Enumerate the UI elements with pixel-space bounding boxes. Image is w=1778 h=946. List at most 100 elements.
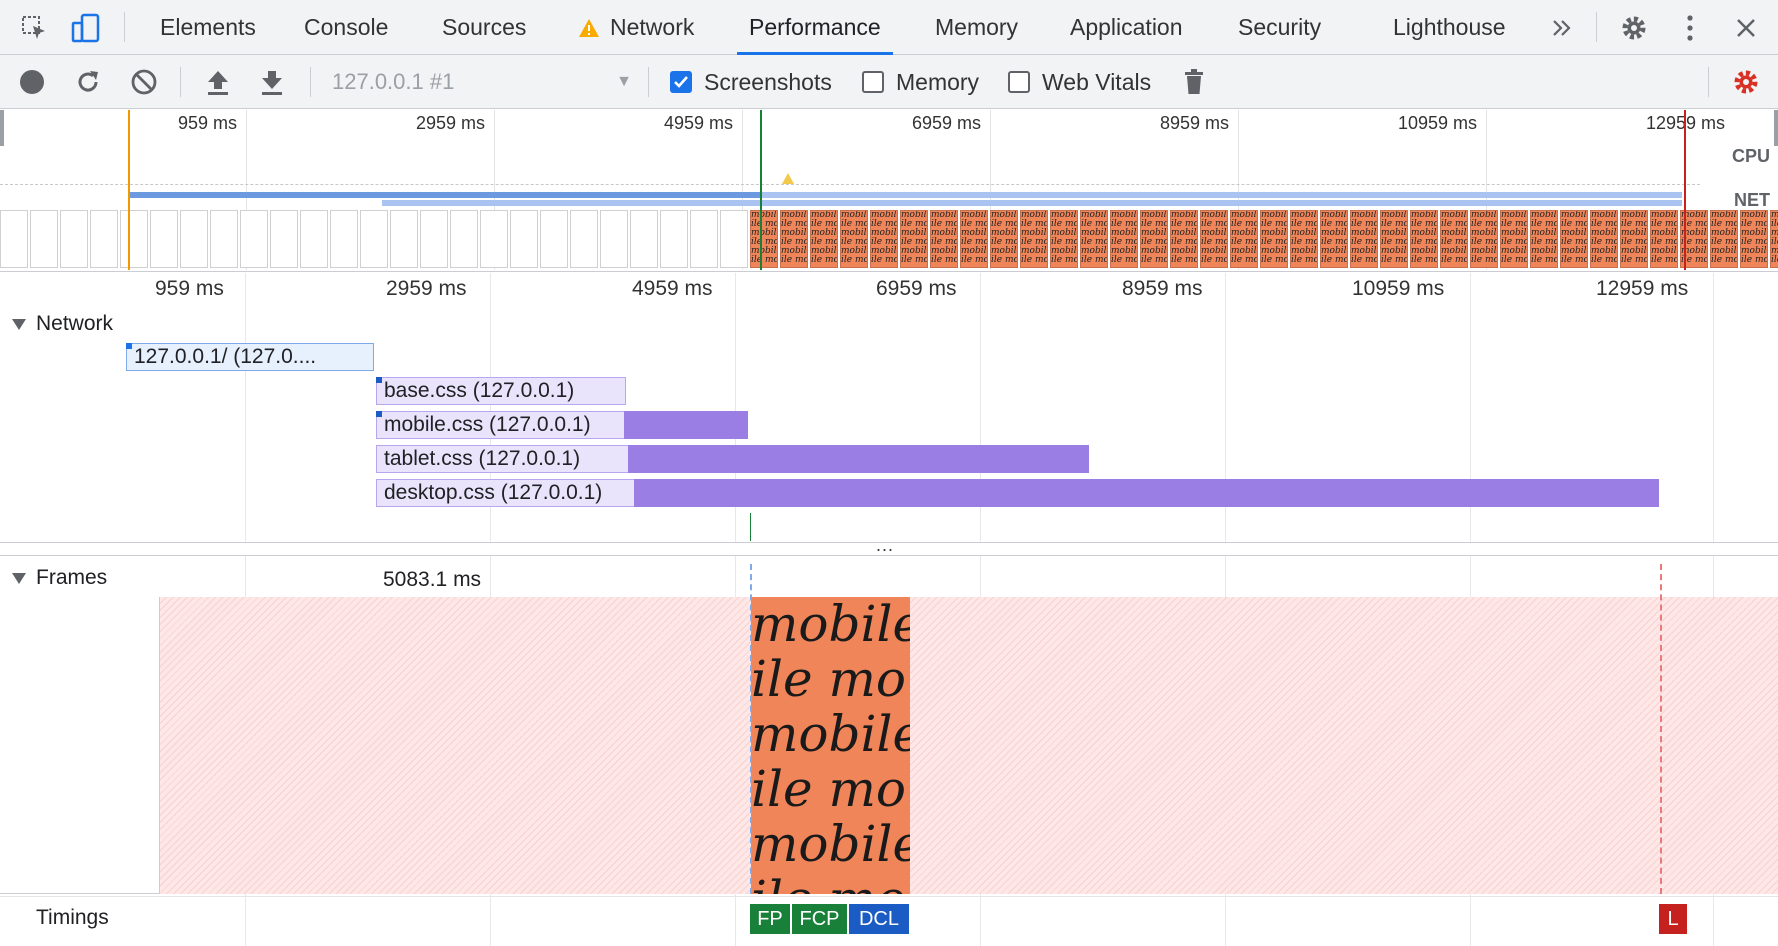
filmstrip-screenshot: mobile ile mc mobile ile mc mobile ile m…	[1560, 210, 1588, 268]
filmstrip-screenshot: mobile ile mc mobile ile mc mobile ile m…	[1650, 210, 1678, 268]
tabbar-separator	[1596, 12, 1597, 42]
filmstrip-screenshot	[180, 210, 208, 268]
net-bar-document	[130, 192, 760, 198]
overview-tick-label: 10959 ms	[1398, 113, 1478, 133]
more-tabs-chevron-icon[interactable]	[1540, 0, 1584, 55]
tab-network[interactable]: Network	[578, 0, 694, 55]
timing-marker-load[interactable]: L	[1659, 904, 1687, 934]
memory-label: Memory	[896, 68, 980, 95]
toolbar-separator	[180, 67, 181, 97]
filmstrip-screenshot: mobile ile mc mobile ile mc mobile ile m…	[840, 210, 868, 268]
filmstrip-screenshot	[570, 210, 598, 268]
network-section-header[interactable]: Network	[12, 312, 113, 336]
tab-security[interactable]: Security	[1238, 0, 1321, 55]
tab-elements[interactable]: Elements	[160, 0, 256, 55]
profile-select[interactable]: 127.0.0.1 #1 ▼	[332, 55, 632, 109]
close-icon[interactable]	[1724, 0, 1768, 55]
web-vitals-checkbox[interactable]: Web Vitals	[1008, 55, 1151, 109]
filmstrip-screenshot	[0, 210, 28, 268]
overview-window-handle-left[interactable]	[0, 110, 4, 146]
screenshots-label: Screenshots	[704, 68, 832, 95]
filmstrip-screenshot	[390, 210, 418, 268]
filmstrip-screenshot	[690, 210, 718, 268]
request-bar-download	[624, 411, 748, 439]
cpu-spike	[782, 173, 794, 184]
filmstrip-screenshot: mobile ile mc mobile ile mc mobile ile m…	[1290, 210, 1318, 268]
settings-gear-icon[interactable]	[1612, 0, 1656, 55]
track-divider-resizer[interactable]: ...	[0, 535, 1778, 556]
timing-marker-dcl[interactable]: DCL	[849, 904, 909, 934]
collect-garbage-button[interactable]	[1172, 55, 1216, 109]
screenshots-checkbox[interactable]: Screenshots	[670, 55, 832, 109]
filmstrip-screenshot: mobile ile mc mobile ile mc mobile ile m…	[1170, 210, 1198, 268]
time-ruler: 959 ms 2959 ms 4959 ms 6959 ms 8959 ms 1…	[0, 273, 1778, 305]
ruler-tick-label: 4959 ms	[632, 277, 713, 300]
inspect-element-icon[interactable]	[12, 0, 56, 55]
clear-button[interactable]	[122, 55, 166, 109]
load-profile-button[interactable]	[196, 55, 240, 109]
tab-application[interactable]: Application	[1070, 0, 1183, 55]
request-priority-marker	[376, 411, 382, 417]
frame-duration-label: 5083.1 ms	[383, 568, 482, 591]
tab-lighthouse[interactable]: Lighthouse	[1393, 0, 1506, 55]
tabbar-separator	[124, 12, 125, 42]
tab-console[interactable]: Console	[304, 0, 388, 55]
network-request-mobile-css[interactable]: mobile.css (127.0.0.1)	[376, 411, 748, 439]
fcp-tick-line	[750, 513, 751, 541]
reload-record-button[interactable]	[66, 55, 110, 109]
frames-section-title: Frames	[36, 566, 108, 589]
download-icon	[262, 71, 282, 95]
frame-screenshot-thumbnail[interactable]: mobile ile mo mobile ile mo mobile ile m…	[751, 597, 910, 894]
overview-window-handle-right[interactable]	[1774, 110, 1778, 146]
filmstrip-screenshot	[420, 210, 448, 268]
frames-section-header[interactable]: Frames	[12, 566, 107, 590]
filmstrip-screenshot: mobile ile mc mobile ile mc mobile ile m…	[780, 210, 808, 268]
frames-track[interactable]: mobile ile mo mobile ile mo mobile ile m…	[0, 597, 1778, 894]
filmstrip-screenshot	[330, 210, 358, 268]
filmstrip-screenshot: mobile ile mc mobile ile mc mobile ile m…	[1530, 210, 1558, 268]
filmstrip-screenshot	[150, 210, 178, 268]
filmstrip-screenshot: mobile ile mc mobile ile mc mobile ile m…	[1230, 210, 1258, 268]
filmstrip-screenshot: mobile ile mc mobile ile mc mobile ile m…	[1350, 210, 1378, 268]
filmstrip-screenshot	[60, 210, 88, 268]
filmstrip-screenshot	[360, 210, 388, 268]
tab-sources[interactable]: Sources	[442, 0, 526, 55]
timing-marker-label: FCP	[799, 908, 840, 930]
record-button[interactable]	[10, 55, 54, 109]
network-request-document[interactable]: 127.0.0.1/ (127.0....	[126, 343, 374, 371]
timing-marker-label: FP	[757, 908, 783, 930]
filmstrip-screenshot	[90, 210, 118, 268]
load-marker-dashed	[1660, 564, 1662, 894]
filmstrip-screenshot	[660, 210, 688, 268]
device-toolbar-icon[interactable]	[64, 0, 108, 55]
filmstrip-screenshot	[480, 210, 508, 268]
ruler-tick-label: 2959 ms	[386, 277, 467, 300]
timeline-overview[interactable]: 959 ms 2959 ms 4959 ms 6959 ms 8959 ms 1…	[0, 110, 1778, 272]
filmstrip-screenshot: mobile ile mc mobile ile mc mobile ile m…	[870, 210, 898, 268]
overview-tick-label: 4959 ms	[664, 113, 734, 133]
toolbar-separator	[648, 67, 649, 97]
filmstrip-screenshot: mobile ile mc mobile ile mc mobile ile m…	[1020, 210, 1048, 268]
frame-marker-dashed	[750, 564, 752, 894]
timing-marker-fp[interactable]: FP	[750, 904, 790, 934]
timing-marker-fcp[interactable]: FCP	[792, 904, 847, 934]
kebab-menu-icon[interactable]	[1668, 0, 1712, 55]
filmstrip-screenshot	[120, 210, 148, 268]
network-request-base-css[interactable]: base.css (127.0.0.1)	[376, 377, 626, 405]
ruler-tick-label: 12959 ms	[1596, 277, 1689, 300]
filmstrip-screenshot: mobile ile mc mobile ile mc mobile ile m…	[1080, 210, 1108, 268]
ruler-tick-label: 6959 ms	[876, 277, 957, 300]
request-label: desktop.css (127.0.0.1)	[384, 481, 603, 504]
network-request-tablet-css[interactable]: tablet.css (127.0.0.1)	[376, 445, 1089, 473]
filmstrip-screenshot: mobile ile mc mobile ile mc mobile ile m…	[1500, 210, 1528, 268]
filmstrip-screenshot	[270, 210, 298, 268]
network-request-desktop-css[interactable]: desktop.css (127.0.0.1)	[376, 479, 1659, 507]
save-profile-button[interactable]	[250, 55, 294, 109]
filmstrip-screenshot	[210, 210, 238, 268]
tab-performance[interactable]: Performance	[737, 0, 893, 55]
filmstrip-screenshot	[240, 210, 268, 268]
memory-checkbox[interactable]: Memory	[862, 55, 979, 109]
capture-settings-button[interactable]	[1724, 55, 1768, 109]
filmstrip-screenshot: mobile ile mc mobile ile mc mobile ile m…	[1770, 210, 1778, 268]
tab-memory[interactable]: Memory	[935, 0, 1018, 55]
